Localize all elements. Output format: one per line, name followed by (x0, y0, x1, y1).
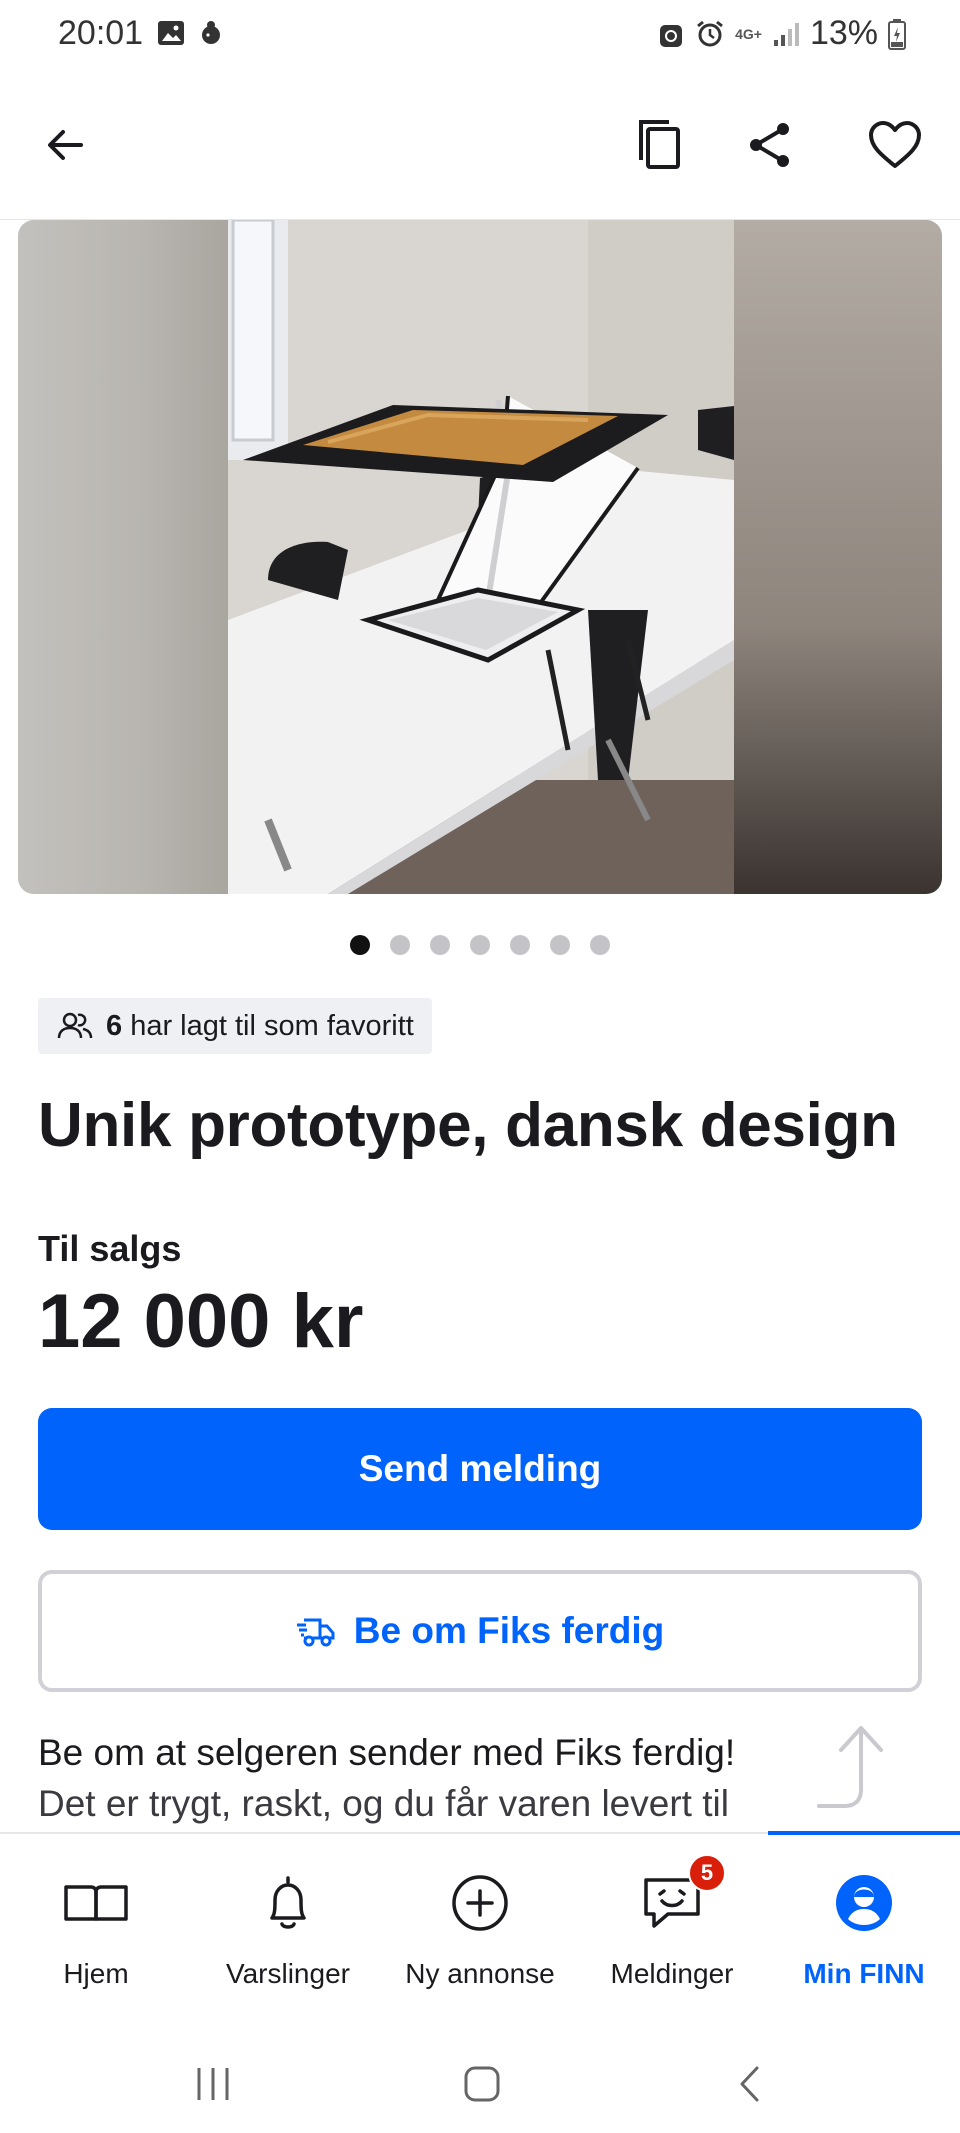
nav-label-ny-annonse: Ny annonse (405, 1958, 555, 1989)
status-right-icons: 4G+ 13% (657, 14, 906, 53)
promo-title: Be om at selgeren sender med Fiks ferdig… (38, 1732, 736, 1773)
status-bar: 20:01 4G+ 13% (0, 0, 960, 70)
nav-item-hjem[interactable]: Hjem (0, 1834, 192, 2034)
share-button[interactable] (735, 110, 805, 180)
book-icon (64, 1885, 128, 1921)
pagination-dot[interactable] (470, 935, 490, 955)
pagination-dot[interactable] (550, 935, 570, 955)
delivery-truck-icon (296, 1618, 335, 1647)
favorites-text: har lagt til som favoritt (130, 1009, 414, 1042)
recent-apps-icon (197, 2068, 229, 2100)
plus-circle-icon (452, 1875, 508, 1931)
chevron-left-icon (740, 2066, 759, 2102)
favorites-badge: 6 har lagt til som favoritt (38, 998, 432, 1054)
bell-icon (270, 1876, 306, 1929)
system-back-button[interactable] (720, 2054, 780, 2114)
people-icon (57, 1012, 93, 1039)
share-icon (750, 123, 789, 167)
battery-icon (888, 18, 906, 50)
scroll-to-top-button[interactable] (815, 1722, 895, 1814)
favorites-count: 6 (106, 1009, 123, 1042)
sync-icon (660, 24, 683, 47)
image-icon (158, 21, 184, 45)
nav-label-varslinger: Varslinger (226, 1958, 350, 1989)
home-square-icon (464, 2066, 500, 2102)
arrow-up-curve-icon (817, 1726, 883, 1808)
gallery-blur-right (734, 220, 942, 894)
favorite-button[interactable] (860, 110, 930, 180)
nav-item-min-finn[interactable]: Min FINN (768, 1834, 960, 2034)
pagination-dot[interactable] (390, 935, 410, 955)
nav-label-min-finn: Min FINN (803, 1958, 925, 1989)
pagination-dot[interactable] (430, 935, 450, 955)
recent-apps-button[interactable] (183, 2054, 243, 2114)
bottom-navigation: Hjem Varslinger Ny annonse 5 Meldinger M… (0, 1831, 960, 2034)
unread-messages-badge: 5 (688, 1854, 726, 1892)
status-left-icons (156, 18, 226, 48)
pagination-dot[interactable] (590, 935, 610, 955)
fiks-ferdig-label: Be om Fiks ferdig (353, 1610, 665, 1651)
profile-icon (836, 1875, 892, 1931)
send-message-button[interactable]: Send melding (38, 1408, 922, 1530)
pagination-dot-active[interactable] (350, 935, 370, 955)
listing-title: Unik prototype, dansk design (38, 1091, 898, 1160)
system-navigation-bar (0, 2032, 960, 2133)
copy-icon (639, 120, 680, 169)
nav-item-varslinger[interactable]: Varslinger (192, 1834, 384, 2034)
fiks-ferdig-button[interactable]: Be om Fiks ferdig (38, 1570, 922, 1692)
nav-label-hjem: Hjem (63, 1958, 129, 1989)
alarm-icon (697, 20, 724, 46)
sale-type: Til salgs (38, 1228, 182, 1269)
gallery-pagination (0, 935, 960, 955)
network-type: 4G+ (735, 25, 762, 42)
listing-price: 12 000 kr (38, 1279, 364, 1364)
signal-icon (773, 22, 799, 46)
copy-button[interactable] (625, 110, 695, 180)
back-button[interactable] (30, 110, 100, 180)
battery-percent: 13% (809, 14, 878, 52)
promo-body: Det er trygt, raskt, og du får varen lev… (38, 1783, 729, 1824)
listing-photo (228, 220, 734, 894)
home-button[interactable] (452, 2054, 512, 2114)
nav-item-meldinger[interactable]: 5 Meldinger (576, 1834, 768, 2034)
nav-label-meldinger: Meldinger (610, 1958, 734, 1989)
nav-item-ny-annonse[interactable]: Ny annonse (384, 1834, 576, 2034)
heart-icon (869, 121, 921, 168)
app-bar (0, 70, 960, 220)
send-message-label: Send melding (358, 1448, 602, 1489)
app-icon (202, 21, 220, 44)
status-time: 20:01 (58, 14, 144, 52)
image-gallery[interactable] (18, 220, 942, 894)
pagination-dot[interactable] (510, 935, 530, 955)
gallery-blur-left (18, 220, 228, 894)
back-arrow-icon (48, 130, 83, 160)
